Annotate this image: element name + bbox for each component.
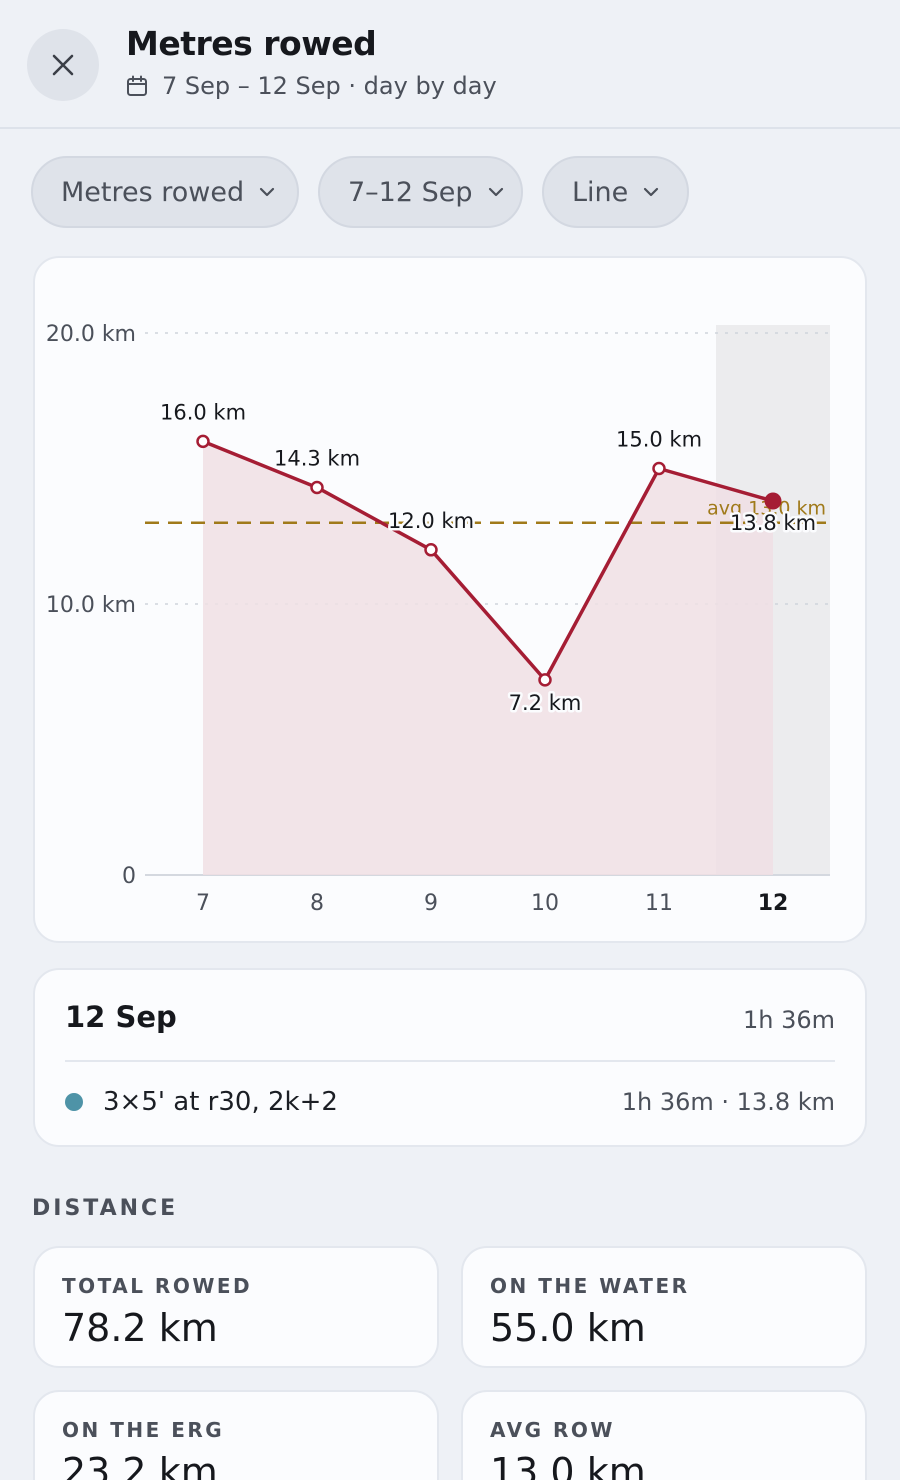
stat-value: 23.2 km [62,1450,218,1480]
series-area [203,441,773,875]
stat-value: 78.2 km [62,1306,218,1350]
session-row[interactable]: 3×5' at r30, 2k+2 1h 36m · 13.8 km [65,1082,835,1122]
data-point [310,480,324,495]
metric-dropdown[interactable]: Metres rowed [31,156,299,228]
stat-label: TOTAL ROWED [62,1274,253,1298]
data-label: 12.0 km [388,509,474,533]
session-meta: 1h 36m · 13.8 km [621,1088,835,1116]
x-tick-label: 7 [196,891,210,916]
data-label: 15.0 km [616,428,702,452]
data-point [652,461,666,476]
x-tick-label: 9 [424,891,438,916]
stat-label: ON THE WATER [490,1274,690,1298]
session-name: 3×5' at r30, 2k+2 [103,1087,338,1117]
data-label: 14.3 km [274,446,360,470]
view-dropdown-label: Line [572,176,629,208]
data-point [424,543,438,557]
stat-card-on-the-erg: ON THE ERG 23.2 km [33,1390,439,1480]
metric-dropdown-label: Metres rowed [61,176,245,208]
data-point-selected [764,492,782,510]
page-title: Metres rowed [126,24,377,63]
section-title-distance: DISTANCE [32,1196,179,1221]
view-dropdown[interactable]: Line [542,156,689,228]
stat-card-avg-row: AVG ROW 13.0 km [461,1390,867,1480]
data-label: 13.8 km [730,511,816,535]
stat-value: 55.0 km [490,1306,646,1350]
close-icon [52,54,74,76]
chart-card: 0 10.0 km 20.0 km avg 13.0 km 16.0 km 16.0 km… [33,256,867,943]
date-range-subtitle: 7 Sep – 12 Sep · day by day [126,72,497,100]
chevron-down-icon [642,186,660,198]
x-tick-label: 8 [310,891,324,916]
subtitle-text: 7 Sep – 12 Sep · day by day [162,72,497,100]
stat-value: 13.0 km [490,1450,646,1480]
range-dropdown-label: 7–12 Sep [348,176,473,208]
day-detail-card: 12 Sep 1h 36m 3×5' at r30, 2k+2 1h 36m ·… [33,968,867,1147]
session-dot [65,1093,83,1111]
chevron-down-icon [487,186,505,198]
filter-chips: Metres rowed 7–12 Sep Line [31,156,689,228]
chevron-down-icon [258,186,276,198]
data-label: 16.0 km [160,400,246,424]
day-date: 12 Sep [65,1000,177,1034]
y-tick-label: 20.0 km [46,322,136,347]
range-dropdown[interactable]: 7–12 Sep [318,156,523,228]
stat-card-on-the-water: ON THE WATER 55.0 km [461,1246,867,1368]
stat-label: ON THE ERG [62,1418,225,1442]
y-tick-label: 10.0 km [46,593,136,618]
top-bar: Metres rowed 7 Sep – 12 Sep · day by day [0,0,900,129]
x-tick-label: 11 [645,891,673,916]
stat-label: AVG ROW [490,1418,615,1442]
close-button[interactable] [27,29,99,101]
data-point [538,673,552,687]
line-chart[interactable]: 010.0 km20.0 kmavg 13.0 km16.0 km16.0 km… [33,256,867,943]
data-label: 7.2 km [509,691,582,715]
data-point [196,434,210,449]
y-tick-label: 0 [122,864,136,889]
x-tick-label-selected: 12 [758,891,789,916]
divider [65,1060,835,1062]
day-duration: 1h 36m [742,1006,835,1034]
stat-card-total-rowed: TOTAL ROWED 78.2 km [33,1246,439,1368]
x-tick-label: 10 [531,891,559,916]
calendar-icon [126,75,148,97]
